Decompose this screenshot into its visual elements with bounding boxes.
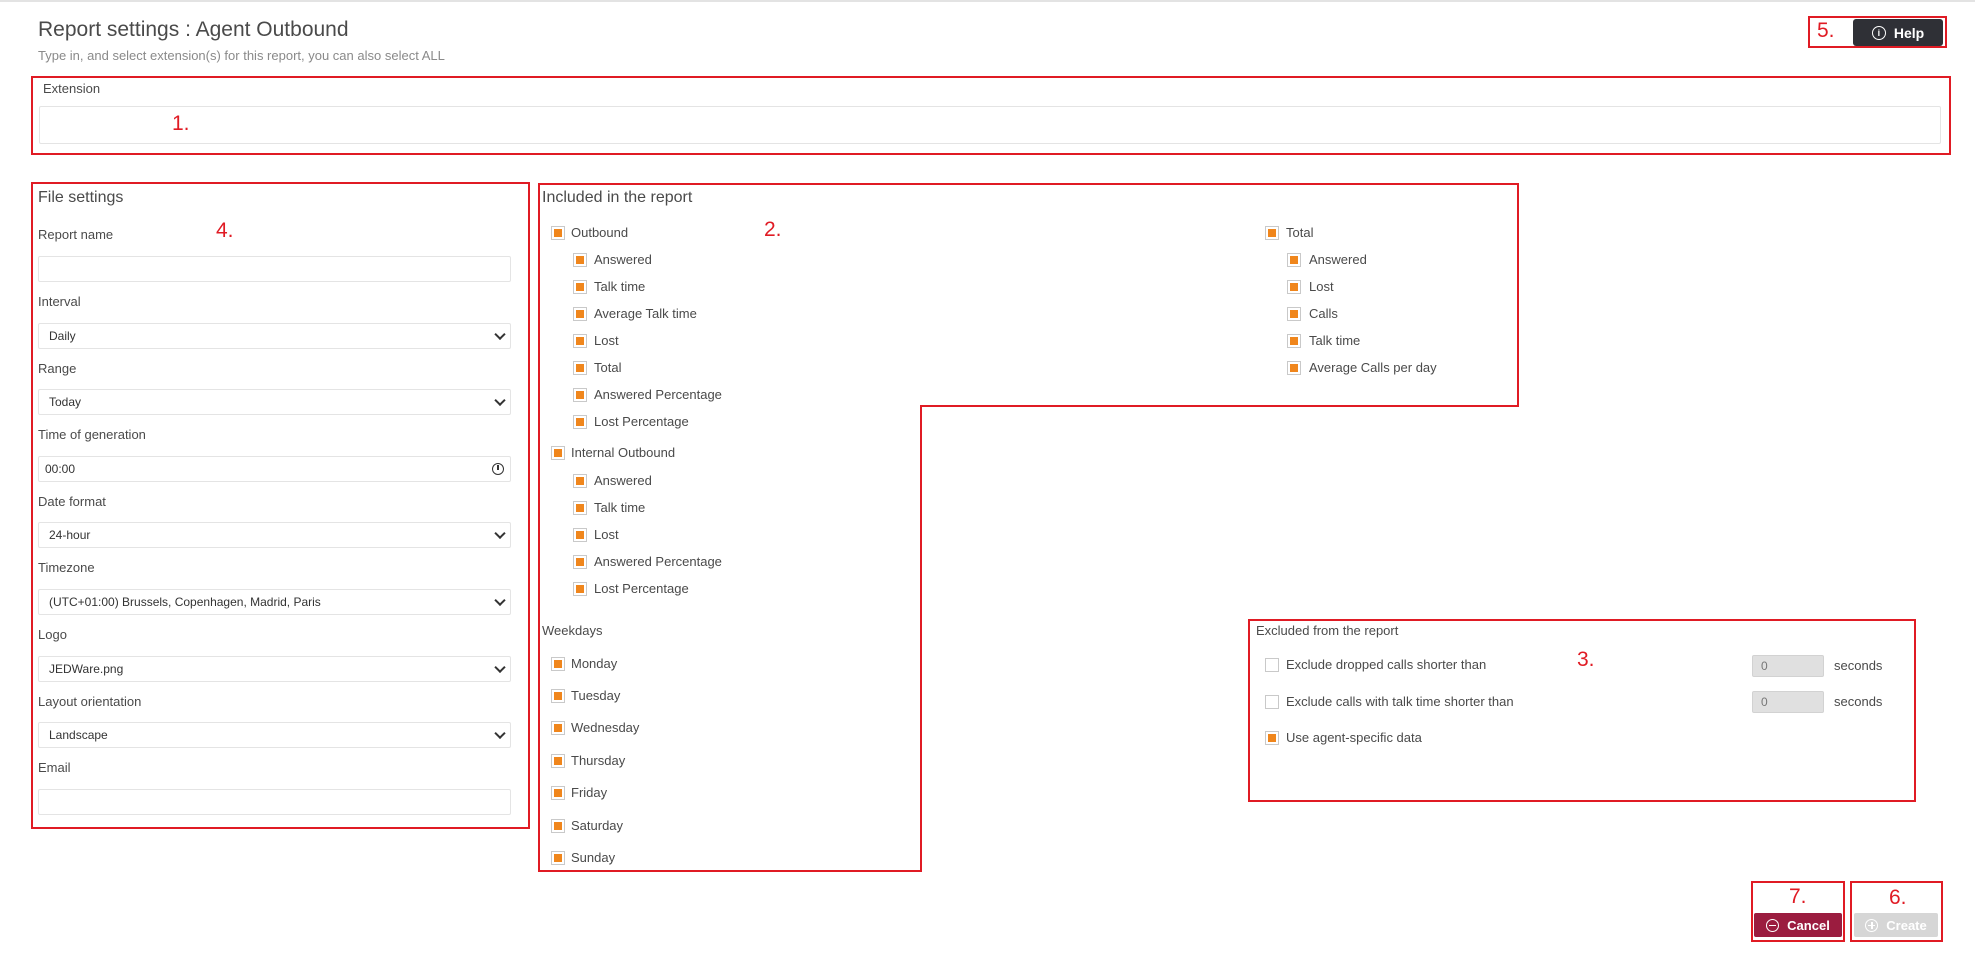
internal-lost-label: Lost xyxy=(594,527,619,542)
saturday-checkbox[interactable] xyxy=(551,819,565,833)
exclude-talk-time-seconds-input[interactable]: 0 xyxy=(1752,691,1824,713)
tuesday-label: Tuesday xyxy=(571,688,621,703)
exclude-dropped-checkbox[interactable] xyxy=(1265,658,1279,672)
internal-talk-time-checkbox[interactable] xyxy=(573,501,587,515)
internal-lost-percentage-label: Lost Percentage xyxy=(594,581,689,596)
total-label: Total xyxy=(1286,225,1314,240)
thursday-checkbox[interactable] xyxy=(551,754,565,768)
exclude-dropped-unit: seconds xyxy=(1834,658,1883,673)
outbound-answered-percentage-label: Answered Percentage xyxy=(594,387,722,402)
outbound-lost-checkbox[interactable] xyxy=(573,334,587,348)
outbound-answered-checkbox[interactable] xyxy=(573,253,587,267)
total-checkbox[interactable] xyxy=(1265,226,1279,240)
total-talk-time-checkbox[interactable] xyxy=(1287,334,1301,348)
outbound-checkbox[interactable] xyxy=(551,226,565,240)
outbound-answered-label: Answered xyxy=(594,252,652,267)
outbound-average-talk-time-checkbox[interactable] xyxy=(573,307,587,321)
marker-7: 7. xyxy=(1789,885,1807,908)
total-answered-checkbox[interactable] xyxy=(1287,253,1301,267)
internal-answered-checkbox[interactable] xyxy=(573,474,587,488)
marker-6: 6. xyxy=(1889,886,1907,909)
excluded-title: Excluded from the report xyxy=(1256,623,1399,638)
wednesday-label: Wednesday xyxy=(571,720,640,735)
exclude-talk-time-unit: seconds xyxy=(1834,694,1883,709)
monday-checkbox[interactable] xyxy=(551,657,565,671)
monday-label: Monday xyxy=(571,656,618,671)
cancel-button-label: Cancel xyxy=(1787,917,1830,933)
outbound-total-label: Total xyxy=(594,360,622,375)
internal-answered-label: Answered xyxy=(594,473,652,488)
internal-outbound-label: Internal Outbound xyxy=(571,445,676,460)
create-button[interactable]: Create xyxy=(1854,913,1938,937)
outbound-answered-percentage-checkbox[interactable] xyxy=(573,388,587,402)
exclude-talk-time-checkbox[interactable] xyxy=(1265,695,1279,709)
internal-outbound-checkbox[interactable] xyxy=(551,446,565,460)
outbound-total-checkbox[interactable] xyxy=(573,361,587,375)
wednesday-checkbox[interactable] xyxy=(551,721,565,735)
exclude-dropped-seconds-input[interactable]: 0 xyxy=(1752,655,1824,677)
internal-answered-percentage-checkbox[interactable] xyxy=(573,555,587,569)
friday-label: Friday xyxy=(571,785,608,800)
agent-specific-data-checkbox[interactable] xyxy=(1265,731,1279,745)
exclude-dropped-label: Exclude dropped calls shorter than xyxy=(1286,657,1487,672)
saturday-label: Saturday xyxy=(571,818,624,833)
included-title: Included in the report xyxy=(542,189,693,206)
internal-lost-checkbox[interactable] xyxy=(573,528,587,542)
outbound-talk-time-checkbox[interactable] xyxy=(573,280,587,294)
outbound-average-talk-time-label: Average Talk time xyxy=(594,306,697,321)
outbound-lost-percentage-label: Lost Percentage xyxy=(594,414,689,429)
exclude-talk-time-label: Exclude calls with talk time shorter tha… xyxy=(1286,694,1514,709)
total-calls-checkbox[interactable] xyxy=(1287,307,1301,321)
outbound-label: Outbound xyxy=(571,225,629,240)
outbound-lost-label: Lost xyxy=(594,333,619,348)
thursday-label: Thursday xyxy=(571,753,626,768)
internal-answered-percentage-label: Answered Percentage xyxy=(594,554,722,569)
total-calls-label: Calls xyxy=(1309,306,1338,321)
total-average-calls-checkbox[interactable] xyxy=(1287,361,1301,375)
highlight-included xyxy=(538,183,1519,872)
friday-checkbox[interactable] xyxy=(551,786,565,800)
weekdays-title: Weekdays xyxy=(542,623,603,638)
marker-3: 3. xyxy=(1577,648,1595,671)
total-lost-checkbox[interactable] xyxy=(1287,280,1301,294)
total-average-calls-label: Average Calls per day xyxy=(1309,360,1437,375)
total-answered-label: Answered xyxy=(1309,252,1367,267)
plus-circle-icon xyxy=(1865,918,1879,932)
agent-specific-data-label: Use agent-specific data xyxy=(1286,730,1422,745)
marker-2: 2. xyxy=(764,218,782,241)
total-lost-label: Lost xyxy=(1309,279,1334,294)
create-button-label: Create xyxy=(1886,917,1927,933)
outbound-talk-time-label: Talk time xyxy=(594,279,646,294)
tuesday-checkbox[interactable] xyxy=(551,689,565,703)
outbound-lost-percentage-checkbox[interactable] xyxy=(573,415,587,429)
internal-lost-percentage-checkbox[interactable] xyxy=(573,582,587,596)
sunday-label: Sunday xyxy=(571,850,616,865)
minus-circle-icon xyxy=(1766,918,1780,932)
cancel-button[interactable]: Cancel xyxy=(1754,913,1842,937)
total-talk-time-label: Talk time xyxy=(1309,333,1361,348)
internal-talk-time-label: Talk time xyxy=(594,500,646,515)
sunday-checkbox[interactable] xyxy=(551,851,565,865)
